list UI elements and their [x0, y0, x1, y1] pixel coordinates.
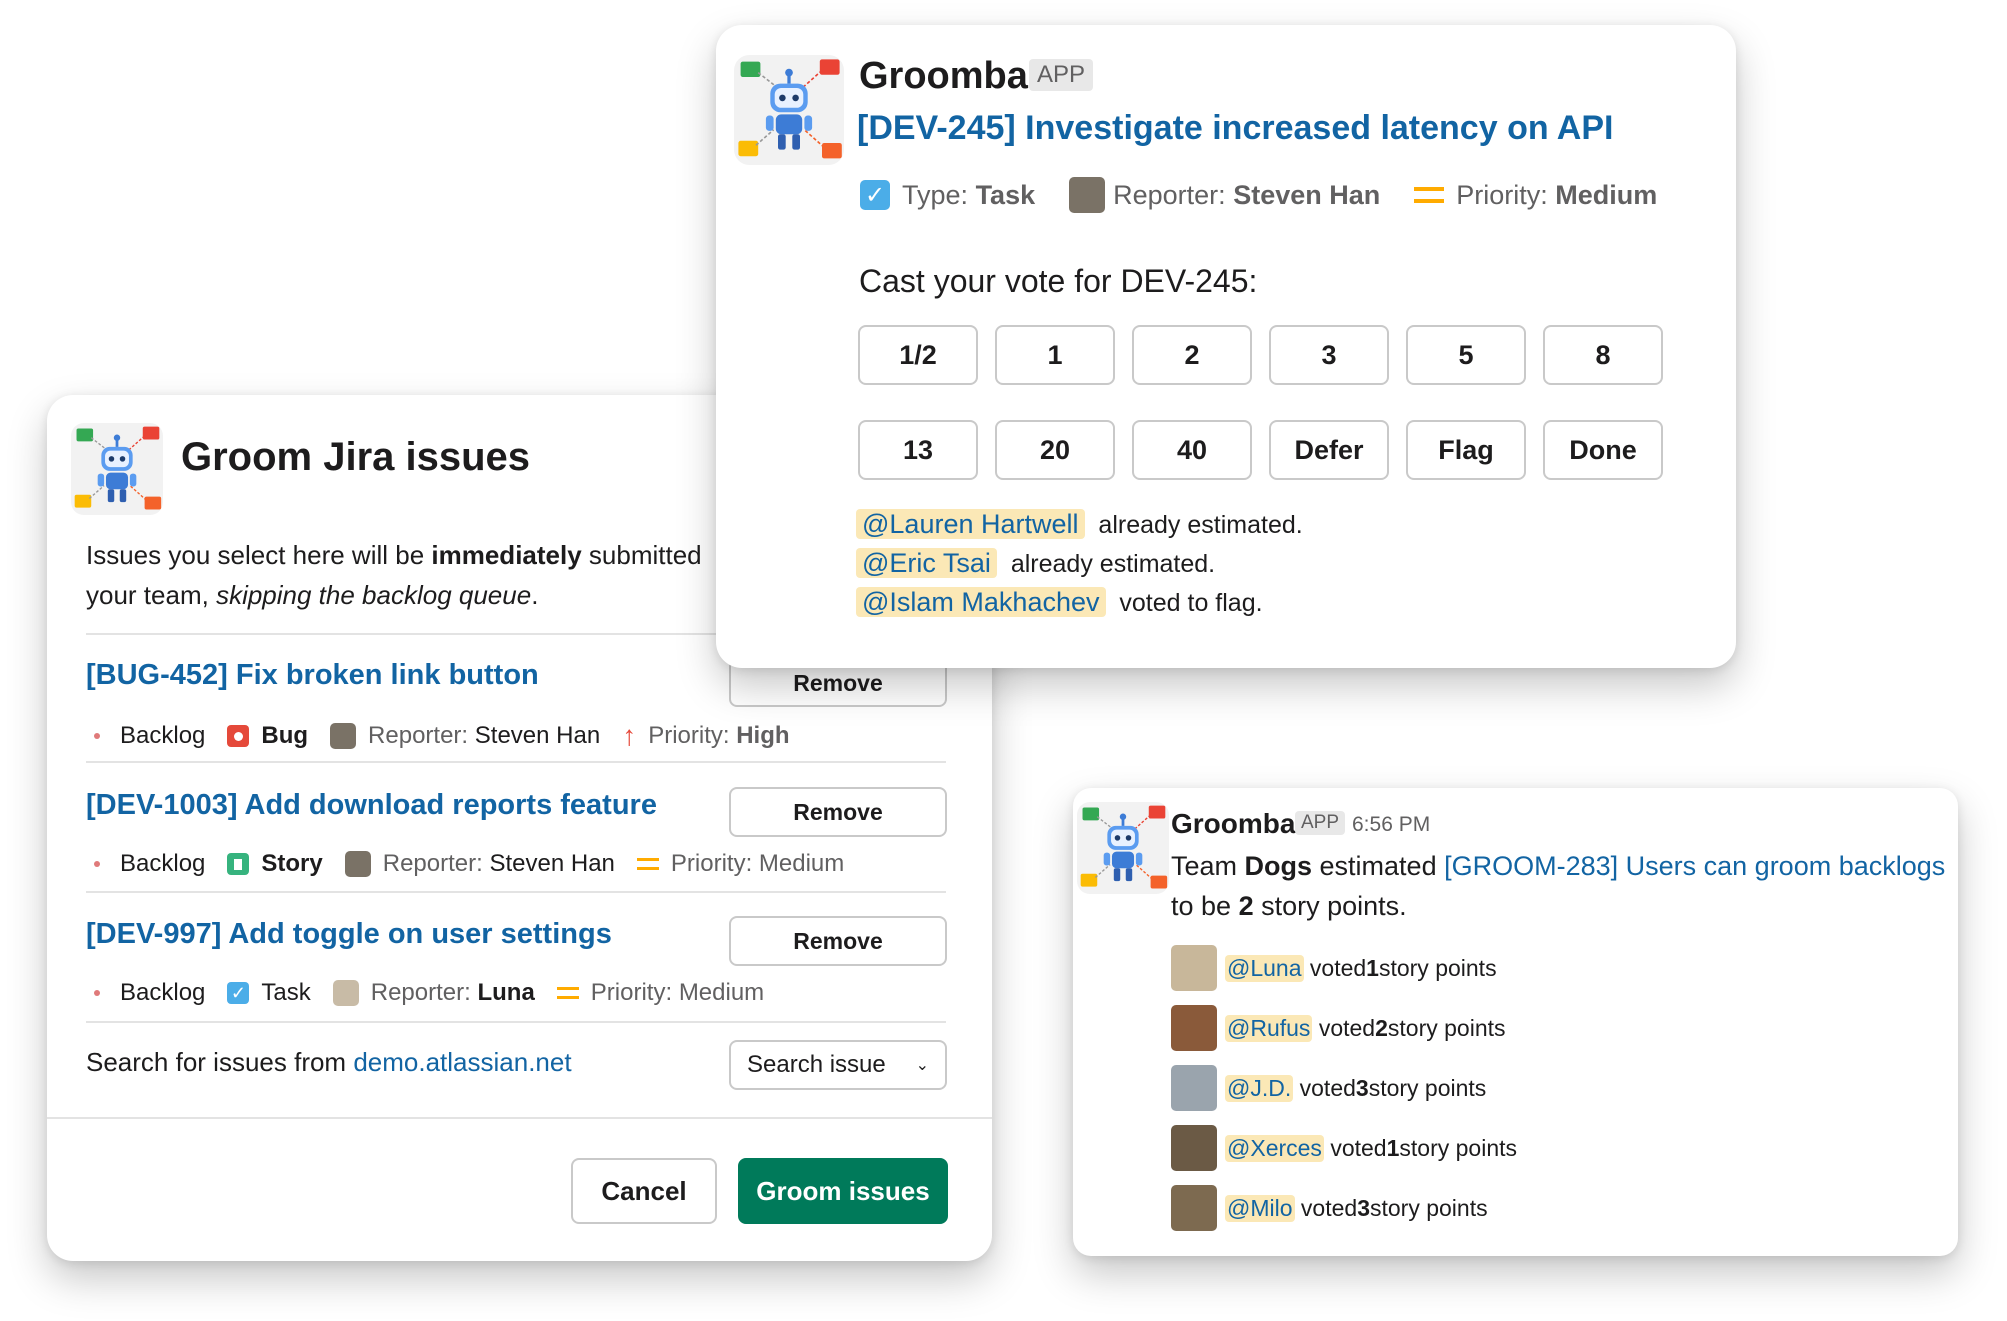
reporter-avatar [1069, 177, 1106, 213]
vote-button[interactable]: 5 [1406, 325, 1526, 385]
status-label: Backlog [120, 850, 206, 877]
activity-line: @Islam Makhachev voted to flag. [856, 583, 1303, 622]
search-issue-select[interactable]: Search issue ⌄ [729, 1040, 947, 1090]
issue-title[interactable]: [DEV-1003] Add download reports feature [86, 789, 657, 822]
user-avatar [1171, 1185, 1217, 1231]
reporter-avatar [330, 723, 357, 749]
list-item: @J.D. voted 3 story points [1171, 1058, 1517, 1118]
priority-medium-icon [636, 858, 659, 870]
search-source-text: Search for issues from demo.atlassian.ne… [86, 1047, 572, 1077]
list-item: @Milo voted 3 story points [1171, 1178, 1517, 1238]
issue-meta: ✓ Type: Task Reporter: Steven Han Priorit… [860, 177, 1679, 213]
cancel-button[interactable]: Cancel [571, 1158, 717, 1224]
bug-icon [227, 725, 250, 747]
chevron-down-icon: ⌄ [915, 1057, 929, 1074]
done-button[interactable]: Done [1543, 420, 1663, 480]
status-label: Backlog [120, 979, 206, 1006]
priority-medium-icon [1414, 187, 1445, 203]
groom-issues-button[interactable]: Groom issues [738, 1158, 948, 1224]
footer-divider [47, 1117, 992, 1119]
result-text: Team Dogs estimated [GROOM-283] Users ca… [1171, 851, 1946, 921]
task-icon: ✓ [227, 982, 250, 1004]
dialog-title: Groom Jira issues [181, 435, 531, 479]
vote-button[interactable]: 20 [995, 420, 1115, 480]
priority-value: Medium [758, 850, 845, 877]
groomba-app-icon [1077, 802, 1169, 894]
message-time[interactable]: 6:56 PM [1352, 813, 1430, 837]
vote-button[interactable]: 2 [1132, 325, 1252, 385]
vote-prompt: Cast your vote for DEV-245: [859, 263, 1258, 299]
remove-button[interactable]: Remove [729, 916, 947, 966]
divider [86, 761, 946, 763]
activity-line: @Eric Tsai already estimated. [856, 544, 1303, 583]
priority-value: High [736, 722, 790, 749]
list-item: @Xerces voted 1 story points [1171, 1118, 1517, 1178]
reporter-name: Steven Han [474, 722, 601, 749]
vote-button[interactable]: 3 [1269, 325, 1389, 385]
priority-medium-icon [556, 987, 579, 999]
issue-title[interactable]: [BUG-452] Fix broken link button [86, 659, 539, 692]
vote-button[interactable]: 1/2 [858, 325, 978, 385]
task-icon: ✓ [860, 180, 890, 210]
user-mention[interactable]: @Eric Tsai [856, 548, 997, 578]
user-avatar [1171, 1065, 1217, 1111]
vote-button[interactable]: 1 [995, 325, 1115, 385]
status-label: Backlog [120, 722, 206, 749]
reporter-avatar [344, 851, 371, 877]
user-mention[interactable]: @J.D. [1225, 1074, 1294, 1102]
reporter-avatar [332, 980, 359, 1006]
issue-meta: Backlog ✓ Task Reporter: Luna Priority: M… [94, 979, 786, 1007]
groomba-app-icon [734, 55, 844, 165]
app-name[interactable]: Groomba [859, 55, 1028, 98]
issue-meta: Backlog Story Reporter: Steven Han Prior… [94, 850, 866, 878]
app-badge: APP [1029, 59, 1094, 91]
remove-button[interactable]: Remove [729, 787, 947, 837]
status-dot-icon [94, 861, 100, 867]
groomba-app-icon [71, 423, 163, 515]
flag-button[interactable]: Flag [1406, 420, 1526, 480]
vote-button[interactable]: 8 [1543, 325, 1663, 385]
list-item: @Rufus voted 2 story points [1171, 998, 1517, 1058]
vote-list: @Luna voted 1 story points @Rufus voted … [1171, 938, 1517, 1238]
issue-title[interactable]: [DEV-997] Add toggle on user settings [86, 918, 612, 951]
user-avatar [1171, 945, 1217, 991]
user-mention[interactable]: @Islam Makhachev [856, 587, 1106, 617]
user-avatar [1171, 1005, 1217, 1051]
user-mention[interactable]: @Xerces [1225, 1134, 1324, 1162]
defer-button[interactable]: Defer [1269, 420, 1389, 480]
user-avatar [1171, 1125, 1217, 1171]
vote-button[interactable]: 13 [858, 420, 978, 480]
dialog-intro: Issues you select here will be immediate… [86, 540, 702, 610]
vote-activity: @Lauren Hartwell already estimated. @Eri… [856, 505, 1303, 622]
user-mention[interactable]: @Lauren Hartwell [856, 509, 1085, 539]
app-badge: APP [1295, 811, 1346, 835]
reporter-name: Steven Han [489, 850, 615, 877]
priority-value: Medium [678, 979, 765, 1006]
type-label: Story [261, 850, 323, 877]
story-icon [227, 853, 250, 875]
status-dot-icon [94, 733, 100, 739]
vote-message-card: Groomba APP [DEV-245] Investigate increa… [716, 25, 1736, 668]
app-name[interactable]: Groomba [1171, 808, 1295, 840]
issue-title[interactable]: [DEV-245] Investigate increased latency … [857, 109, 1613, 148]
priority-high-icon: ↑ [622, 720, 637, 751]
domain-link[interactable]: demo.atlassian.net [353, 1047, 571, 1077]
divider [86, 891, 946, 893]
result-message-card: Groomba APP 6:56 PM Team Dogs estimated … [1073, 788, 1958, 1256]
type-label: Task [261, 979, 311, 1006]
user-mention[interactable]: @Luna [1225, 954, 1304, 982]
reporter-name: Luna [477, 979, 535, 1006]
user-mention[interactable]: @Rufus [1225, 1014, 1313, 1042]
list-item: @Luna voted 1 story points [1171, 938, 1517, 998]
type-label: Bug [261, 722, 309, 749]
vote-button[interactable]: 40 [1132, 420, 1252, 480]
user-mention[interactable]: @Milo [1225, 1194, 1295, 1222]
issue-meta: Backlog Bug Reporter: Steven Han ↑ Priori… [94, 720, 812, 752]
status-dot-icon [94, 990, 100, 996]
issue-link[interactable]: [GROOM-283] Users can groom backlogs [1444, 851, 1945, 881]
divider [86, 1021, 946, 1023]
activity-line: @Lauren Hartwell already estimated. [856, 505, 1303, 544]
search-issue-label: Search issue [747, 1051, 886, 1078]
